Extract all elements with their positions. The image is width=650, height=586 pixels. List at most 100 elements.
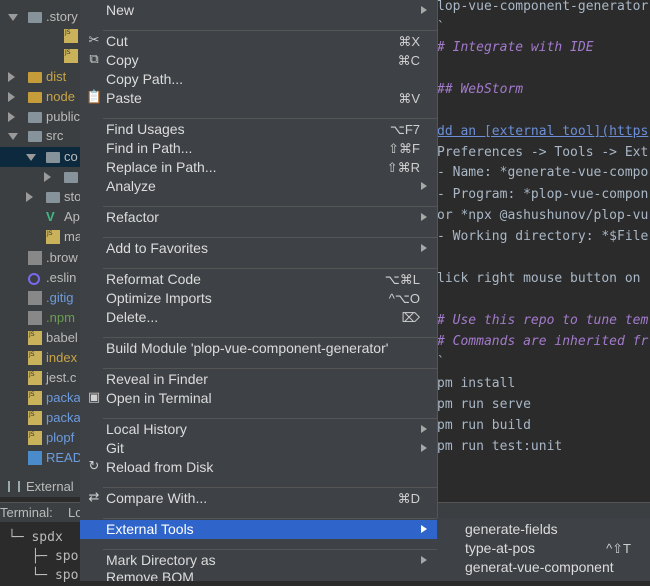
tree-item-label: public	[46, 109, 80, 124]
menu-item-build-module-plop-vue-component-generator[interactable]: Build Module 'plop-vue-component-generat…	[80, 339, 437, 358]
tree-item[interactable]: V Ap	[0, 207, 80, 227]
menu-item-reformat-code[interactable]: Reformat Code ⌥⌘L	[80, 270, 437, 289]
menu-item-analyze[interactable]: Analyze	[80, 177, 437, 196]
menu-item-cut[interactable]: ✂ Cut ⌘X	[80, 32, 437, 51]
tree-item-label: Ap	[64, 209, 80, 224]
submenu-item-shortcut: ^⇧T	[606, 541, 631, 556]
tree-item[interactable]: we	[0, 43, 80, 66]
code-line: dd an [external tool](https	[437, 124, 649, 139]
menu-item-compare-with[interactable]: ⇄ Compare With... ⌘D	[80, 489, 437, 508]
menu-item-local-history[interactable]: Local History	[80, 420, 437, 439]
submenu-item-label: generat-vue-component	[465, 559, 614, 575]
code-line: lick right mouse button on	[437, 271, 641, 286]
tree-item-label: packa	[46, 410, 80, 425]
menu-item-copy[interactable]: ⧉ Copy ⌘C	[80, 51, 437, 70]
submenu-item-label: generate-fields	[465, 521, 558, 537]
submenu-arrow-icon	[421, 444, 427, 452]
tree-item[interactable]: public	[0, 107, 80, 127]
menu-item-new[interactable]: New	[80, 1, 437, 20]
menu-item-optimize-imports[interactable]: Optimize Imports ^⌥O	[80, 289, 437, 308]
tree-item[interactable]: jest.c	[0, 365, 80, 388]
tree-item[interactable]: .brow	[0, 248, 80, 268]
submenu-item-generate-fields[interactable]: generate-fields	[437, 520, 650, 539]
submenu-item-type-at-pos[interactable]: type-at-pos ^⇧T	[437, 539, 650, 558]
vue-file-icon: V	[46, 209, 55, 224]
tree-item[interactable]: sto	[0, 187, 80, 207]
code-line: pm run serve	[437, 397, 531, 412]
code-line: Preferences -> Tools -> Ext	[437, 145, 649, 160]
tree-item[interactable]: packa	[0, 385, 80, 408]
folder-icon	[28, 131, 42, 142]
expand-arrow-right-icon[interactable]	[8, 92, 15, 102]
code-line: pm install	[437, 376, 516, 391]
tree-item-label: .eslin	[46, 270, 77, 285]
tree-item[interactable]: .eslin	[0, 268, 80, 288]
expand-arrow-right-icon[interactable]	[8, 72, 15, 82]
menu-item-find-usages[interactable]: Find Usages ⌥F7	[80, 120, 437, 139]
js-file-icon	[28, 425, 42, 445]
menu-item-refactor[interactable]: Refactor	[80, 208, 437, 227]
tree-item[interactable]: dist	[0, 67, 80, 87]
menu-item-replace-in-path[interactable]: Replace in Path... ⇧⌘R	[80, 158, 437, 177]
tree-item-label: node	[46, 89, 75, 104]
folder-icon	[28, 12, 42, 23]
expand-arrow-right-icon[interactable]	[8, 112, 15, 122]
expand-arrow-down-icon[interactable]	[8, 133, 18, 140]
tree-item[interactable]: .gitig	[0, 288, 80, 308]
terminal-line: └─ spo	[8, 568, 79, 583]
tree-item[interactable]: index	[0, 345, 80, 368]
menu-item-reload-from-disk[interactable]: ↻ Reload from Disk	[80, 458, 437, 477]
tree-item[interactable]: READ	[0, 448, 80, 468]
menu-separator	[103, 549, 437, 550]
menu-item-label: Local History	[106, 421, 187, 437]
code-editor[interactable]: lop-vue-component-generator ` # Integrate …	[437, 0, 650, 497]
menu-item-label: New	[106, 2, 135, 18]
menu-item-find-in-path[interactable]: Find in Path... ⇧⌘F	[80, 139, 437, 158]
terminal-tab-label: Terminal:	[0, 505, 53, 520]
tree-item[interactable]: .npm	[0, 308, 80, 328]
file-icon	[28, 291, 42, 305]
expand-arrow-right-icon[interactable]	[44, 172, 51, 182]
menu-item-label: Add to Favorites	[106, 240, 208, 256]
tree-item[interactable]: packa	[0, 405, 80, 428]
code-line: - Program: *plop-vue-compon	[437, 187, 649, 202]
tree-item-label: babel	[46, 330, 78, 345]
libraries-icon	[8, 481, 20, 492]
js-file-icon	[46, 224, 60, 244]
external-libraries-label: External	[26, 479, 74, 494]
terminal-icon: ▣	[87, 390, 101, 405]
tree-item-label: packa	[46, 390, 80, 405]
menu-item-label: Analyze	[106, 178, 156, 194]
tree-item[interactable]	[0, 167, 80, 187]
js-file-icon	[28, 325, 42, 345]
tree-item[interactable]: src	[0, 126, 80, 146]
menu-item-copy-path[interactable]: Copy Path...	[80, 70, 437, 89]
menu-item-label: Copy Path...	[106, 71, 184, 87]
menu-item-shortcut: ⌘V	[398, 91, 420, 106]
menu-item-label: Paste	[106, 90, 142, 106]
submenu-item-generat-vue-component[interactable]: generat-vue-component	[437, 558, 650, 577]
menu-item-paste[interactable]: 📋 Paste ⌘V	[80, 89, 437, 108]
menu-item-shortcut: ⌘X	[398, 34, 420, 49]
menu-item-add-to-favorites[interactable]: Add to Favorites	[80, 239, 437, 258]
project-tree[interactable]: .storyprowedistnodepublicsrccostoVApma.b…	[0, 0, 80, 497]
expand-arrow-down-icon[interactable]	[8, 14, 18, 21]
menu-item-open-in-terminal[interactable]: ▣ Open in Terminal	[80, 389, 437, 408]
expand-arrow-down-icon[interactable]	[26, 154, 36, 161]
code-line: # Commands are inherited fr	[437, 334, 649, 349]
code-line: # Use this repo to tune tem	[437, 313, 649, 328]
tree-item[interactable]: node	[0, 87, 80, 107]
tree-item[interactable]: babel	[0, 325, 80, 348]
menu-item-git[interactable]: Git	[80, 439, 437, 458]
file-icon	[28, 311, 42, 325]
expand-arrow-right-icon[interactable]	[26, 192, 33, 202]
tree-item[interactable]: co	[0, 147, 80, 167]
tree-item[interactable]: ma	[0, 224, 80, 247]
markdown-file-icon	[28, 451, 42, 465]
tree-item[interactable]: plopf	[0, 425, 80, 448]
menu-item-remove-bom[interactable]: Remove BOM	[80, 568, 437, 581]
menu-item-external-tools[interactable]: External Tools	[80, 520, 437, 539]
menu-item-delete[interactable]: Delete... ⌦	[80, 308, 437, 327]
menu-item-reveal-in-finder[interactable]: Reveal in Finder	[80, 370, 437, 389]
menu-item-shortcut: ⌘C	[397, 53, 420, 68]
